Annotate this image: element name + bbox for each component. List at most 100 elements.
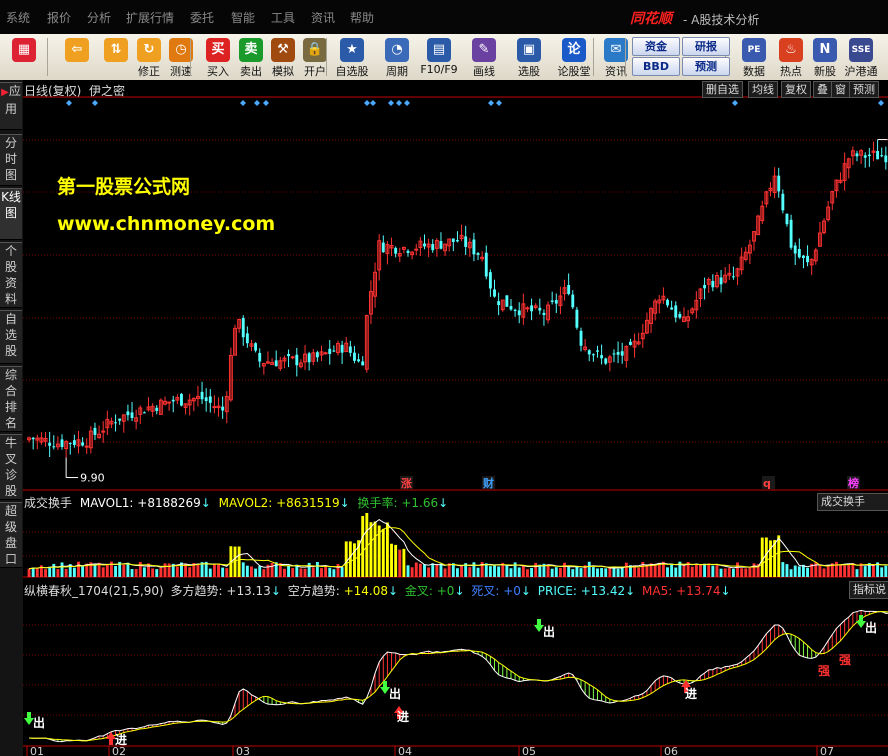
chart-area[interactable]: 01020304050607 — 16.549.90涨财q榜 出进出进出进强强出… (23, 80, 888, 756)
volume-bar (785, 564, 789, 577)
adjust-button[interactable]: 复权 (781, 81, 811, 98)
toolbar-separator (625, 38, 626, 76)
candle-down (616, 352, 620, 355)
menu-help[interactable]: 帮助 (350, 9, 374, 26)
tab-ranking[interactable]: 综合排名 (0, 366, 22, 432)
overlay-button[interactable]: 叠 (813, 81, 832, 98)
candle-down (126, 411, 130, 416)
candle-down (579, 330, 583, 346)
remove-watchlist-button[interactable]: 删自选 (702, 81, 743, 98)
menu-quote[interactable]: 报价 (47, 9, 71, 26)
volume-bar (567, 567, 571, 577)
volume-bar (394, 544, 398, 577)
volume-bar (167, 563, 171, 577)
period-label: 日线(复权) (24, 84, 82, 98)
ma-button[interactable]: 均线 (748, 81, 778, 98)
toolbar-period-clock-button[interactable]: ◔ 周期 (378, 36, 416, 78)
volume-bar (517, 567, 521, 577)
volume-bar (509, 568, 513, 577)
toolbar-star-window-button[interactable]: ★ 自选股 (333, 36, 371, 78)
toolbar-grid-button[interactable]: ▦ (5, 36, 43, 78)
candle-down (876, 151, 880, 160)
toolbar-fire-button[interactable]: ♨ 热点 (772, 36, 810, 78)
toolbar-sse-hk-button[interactable]: SSE 沪港通 (842, 36, 880, 78)
mavol1-label: MAVOL1: (79, 496, 138, 510)
window-button[interactable]: 窗 (831, 81, 850, 98)
sell-signal-label: 出 (865, 620, 877, 635)
toolbar-f10-button[interactable]: ▤ F10/F9 (420, 36, 458, 78)
indicator-help-tab[interactable]: 指标说 (849, 581, 888, 599)
menu-news[interactable]: 资讯 (311, 9, 335, 26)
price-down-arrow-icon: ↓ (625, 584, 636, 598)
toolbar-chart-select-button[interactable]: ▣ 选股 (510, 36, 548, 78)
bbd-button[interactable]: BBD (632, 57, 680, 76)
tab-diagnosis-label: 牛叉诊股 (4, 436, 17, 498)
left-tab-bar: ▶应用 分时图 K线图 个股资料 自选股 综合排名 牛叉诊股 超级盘口 (0, 80, 23, 756)
newstock-icon: N (813, 38, 837, 62)
volume-bar (427, 567, 431, 577)
toolbar-pencil-button[interactable]: ✎ 画线 (465, 36, 503, 78)
volume-bar (188, 567, 192, 577)
tab-super-level2-label: 超级盘口 (4, 504, 17, 566)
candle-up (101, 430, 106, 433)
sell-icon: 卖 (239, 38, 263, 62)
toolbar-info-button[interactable]: ✉ 资讯 (597, 36, 635, 78)
toolbar-newstock-button[interactable]: N 新股 (806, 36, 844, 78)
mavol1-down-arrow-icon: ↓ (200, 496, 211, 510)
predict-button[interactable]: 预测 (849, 81, 879, 98)
menu-tools[interactable]: 工具 (271, 9, 295, 26)
volume-bar (488, 566, 492, 577)
toolbar-pe-button[interactable]: PE 数据 (735, 36, 773, 78)
menu-system[interactable]: 系统 (6, 9, 30, 26)
volume-bar (151, 568, 155, 577)
volume-bar (484, 563, 488, 577)
candle-down (620, 351, 624, 356)
time-axis-label: 07 (820, 745, 834, 756)
collapse-arrow-icon[interactable]: ▶ (1, 87, 9, 98)
candle-down (307, 353, 311, 363)
tab-kline[interactable]: K线图 (0, 188, 22, 240)
candle-down (221, 406, 225, 411)
price-value: +13.42 (580, 584, 626, 598)
menu-extended-quotes[interactable]: 扩展行情 (126, 9, 174, 26)
menu-smart[interactable]: 智能 (231, 9, 255, 26)
research-report-button[interactable]: 研报 (682, 37, 730, 56)
candle-down (332, 350, 336, 352)
candle-down (596, 350, 599, 352)
tab-apps[interactable]: ▶应用 (0, 82, 22, 130)
volume-bar (748, 567, 752, 577)
volume-bar (254, 568, 258, 577)
volume-title: 成交换手 (24, 496, 73, 510)
tab-watchlist-label: 自选股 (4, 312, 17, 358)
tab-ranking-label: 综合排名 (4, 368, 17, 430)
volume-bar (760, 537, 764, 577)
volume-panel-tab[interactable]: 成交换手 (817, 493, 888, 511)
toolbar-lock-button[interactable]: 🔒 开户 (296, 36, 334, 78)
tab-super-level2[interactable]: 超级盘口 (0, 502, 22, 568)
tab-watchlist[interactable]: 自选股 (0, 310, 22, 364)
volume-bar (789, 569, 793, 577)
menu-trade[interactable]: 委托 (190, 9, 214, 26)
menu-analysis[interactable]: 分析 (87, 9, 111, 26)
candle-down (81, 442, 85, 446)
mavol2-line (28, 526, 888, 570)
toolbar-lun-button[interactable]: 论论股堂 (555, 36, 593, 78)
tab-timeshare[interactable]: 分时图 (0, 134, 22, 186)
candle-down (439, 240, 443, 249)
capital-button[interactable]: 资金 (632, 37, 680, 56)
candle-down (674, 305, 678, 318)
forecast-button[interactable]: 预测 (682, 57, 730, 76)
volume-bar (418, 563, 422, 577)
mavol2-value: +8631519 (276, 496, 340, 510)
tab-stock-profile[interactable]: 个股资料 (0, 242, 22, 308)
volume-bar (674, 567, 678, 577)
toolbar-clock-button[interactable]: ◷ 测速 (162, 36, 200, 78)
volume-bar (764, 537, 768, 577)
toolbar-back-arrow-button[interactable]: ⇦ (58, 36, 96, 78)
volume-bar (468, 567, 472, 577)
hammer-icon: ⚒ (271, 38, 295, 62)
tab-diagnosis[interactable]: 牛叉诊股 (0, 434, 22, 500)
volume-bar (126, 562, 130, 577)
candle-up (525, 307, 530, 310)
candle-down (703, 284, 707, 289)
